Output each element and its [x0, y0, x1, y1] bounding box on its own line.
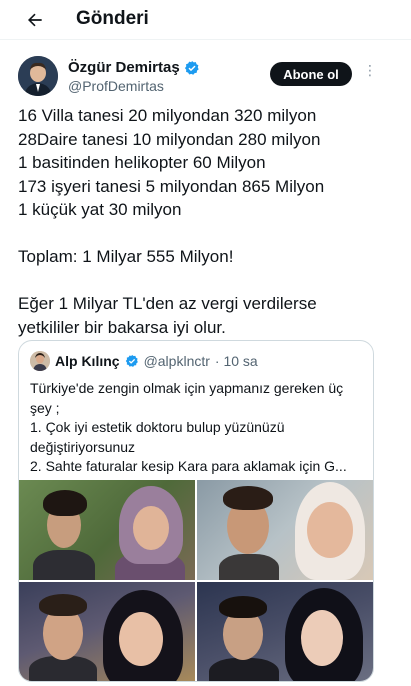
follow-button[interactable]: Abone ol	[270, 62, 352, 86]
top-bar: Gönderi	[0, 0, 411, 40]
tweet-line: 28Daire tanesi 10 milyondan 280 milyon	[18, 129, 321, 149]
page-title: Gönderi	[76, 8, 149, 29]
quoted-line: şey ;	[30, 399, 60, 416]
quoted-line: Türkiye'de zengin olmak için yapmanız ge…	[30, 380, 344, 396]
author-name[interactable]: Özgür Demirtaş	[68, 59, 200, 76]
avatar[interactable]	[18, 56, 58, 96]
tweet-text: 16 Villa tanesi 20 milyondan 320 milyon …	[18, 104, 390, 339]
quoted-author-name: Alp Kılınç	[55, 353, 120, 369]
avatar-image	[18, 56, 58, 96]
tweet-line: 1 basitinden helikopter 60 Milyon	[18, 153, 266, 172]
tweet-line: 1 küçük yat 30 milyon	[18, 200, 182, 219]
media-photo[interactable]	[19, 480, 195, 580]
media-photo[interactable]	[197, 480, 373, 580]
verified-badge-icon	[125, 354, 138, 367]
quoted-tweet-header: Alp Kılınç @alpklnctr · 10 sa	[30, 351, 258, 371]
tweet-line: Eğer 1 Milyar TL'den az vergi verdilerse	[18, 294, 317, 313]
author-handle[interactable]: @ProfDemirtas	[68, 78, 164, 94]
author-name-text: Özgür Demirtaş	[68, 59, 180, 76]
quoted-timestamp: · 10 sa	[214, 353, 258, 369]
quoted-author-handle: @alpklnctr	[143, 353, 210, 369]
back-button[interactable]	[22, 7, 48, 33]
tweet-line: 16 Villa tanesi 20 milyondan 320 milyon	[18, 106, 317, 125]
quoted-line: 1. Çok iyi estetik doktoru bulup yüzünüz…	[30, 419, 285, 435]
verified-badge-icon	[184, 60, 199, 75]
quoted-line: değiştiriyorsunuz	[30, 438, 136, 455]
more-options-icon[interactable]: ⋮	[363, 62, 377, 79]
media-photo[interactable]	[197, 582, 373, 681]
tweet-author: Özgür Demirtaş @ProfDemirtas Abone ol ⋮	[18, 56, 393, 96]
media-grid	[19, 480, 373, 681]
quoted-avatar[interactable]	[30, 351, 50, 371]
tweet-line: 173 işyeri tanesi 5 milyondan 865 Milyon	[18, 176, 325, 196]
quoted-avatar-image	[30, 351, 50, 371]
media-photo[interactable]	[19, 582, 195, 681]
quoted-line: 2. Sahte faturalar kesip Kara para aklam…	[30, 458, 347, 474]
quoted-tweet-text: Türkiye'de zengin olmak için yapmanız ge…	[30, 379, 366, 477]
quoted-tweet[interactable]: Alp Kılınç @alpklnctr · 10 sa Türkiye'de…	[18, 340, 374, 682]
tweet-line: yetkililer bir bakarsa iyi olur.	[18, 317, 226, 337]
tweet-total: Toplam: 1 Milyar 555 Milyon!	[18, 247, 234, 266]
arrow-left-icon	[28, 13, 42, 27]
